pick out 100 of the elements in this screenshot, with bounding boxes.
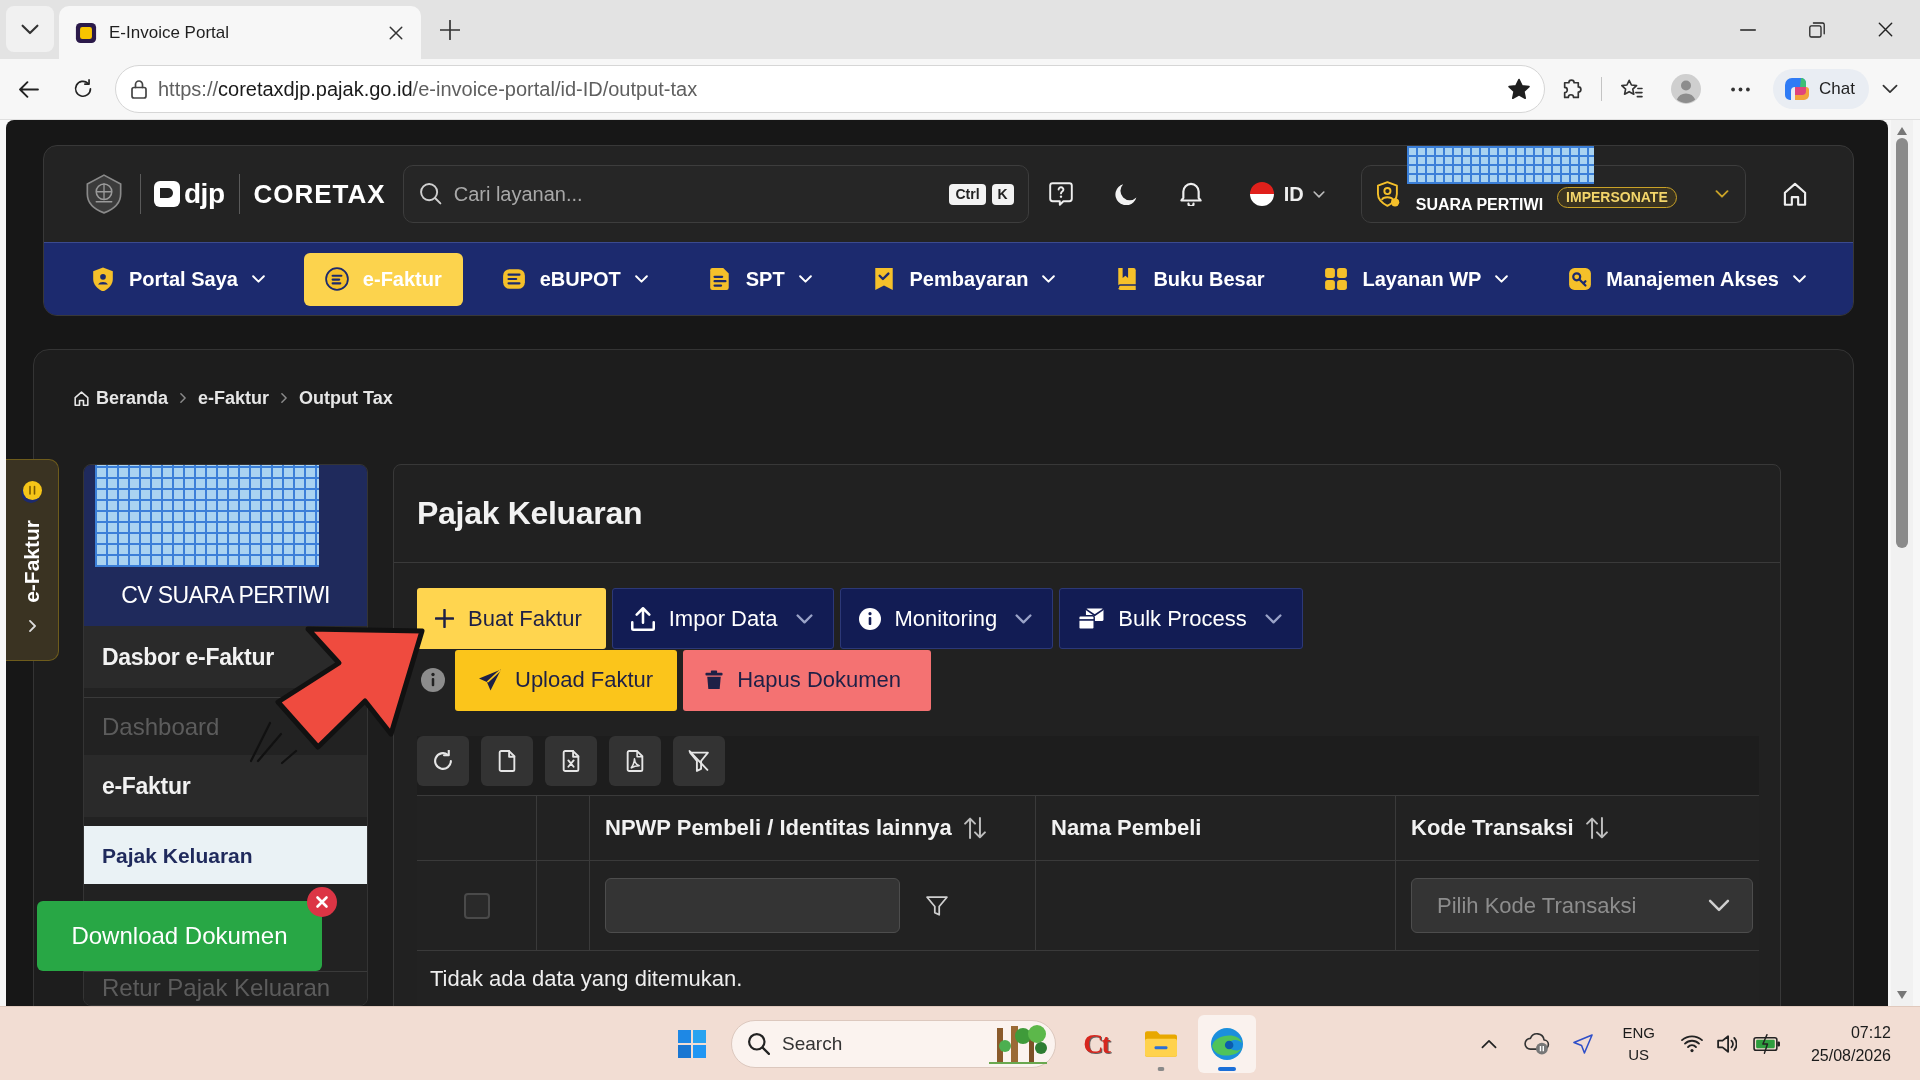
sidebar-heading[interactable]: e-Faktur <box>84 755 367 817</box>
speaker-icon[interactable] <box>1716 1033 1737 1054</box>
refresh-icon <box>432 750 454 772</box>
emblem-icon <box>84 174 124 214</box>
toolbar-button[interactable] <box>673 736 725 786</box>
toolbar-button[interactable] <box>609 736 661 786</box>
address-bar[interactable]: https://coretaxdjp.pajak.go.id/e-invoice-portal/id-ID/output-tax <box>115 65 1545 113</box>
scrollbar[interactable] <box>1891 120 1913 1006</box>
filter-icon[interactable] <box>926 894 948 917</box>
toolbar-button[interactable] <box>417 736 469 786</box>
bell-icon[interactable] <box>1179 182 1202 206</box>
close-icon[interactable] <box>307 887 337 917</box>
back-arrow-icon <box>19 80 39 98</box>
create-invoice-button[interactable]: Buat Faktur <box>417 588 606 649</box>
home-icon[interactable] <box>1782 182 1807 206</box>
shield-icon <box>91 267 115 291</box>
toolbar-button[interactable] <box>481 736 533 786</box>
page-title: Pajak Keluaran <box>417 495 643 532</box>
home-icon <box>74 390 89 406</box>
nav-tab[interactable]: Pembayaran <box>850 252 1077 306</box>
toolbar-button[interactable] <box>545 736 597 786</box>
plus-icon <box>435 609 454 628</box>
more-icon <box>1730 86 1750 92</box>
document-icon <box>707 267 732 291</box>
dropdown-select[interactable]: Pilih Kode Transaksi <box>1411 878 1753 933</box>
search-icon <box>748 1032 770 1055</box>
clock-date[interactable]: 25/08/2026 <box>1810 1043 1891 1067</box>
flag-icon <box>1248 181 1275 207</box>
nav-tab[interactable]: Manajemen Akses <box>1547 252 1827 306</box>
nav-tab[interactable]: Buku Besar <box>1094 252 1286 306</box>
language-text[interactable]: US <box>1628 1043 1650 1066</box>
list-icon <box>501 267 526 291</box>
location-arrow-icon[interactable] <box>1573 1033 1594 1054</box>
chevron-down-icon <box>1312 190 1325 198</box>
side-tab[interactable]: e-Faktur <box>6 459 59 661</box>
key-icon <box>1568 267 1593 291</box>
chevron-up-icon[interactable] <box>1481 1038 1498 1049</box>
search-icon <box>419 183 442 205</box>
restore-icon <box>1808 21 1825 38</box>
close-icon <box>389 25 403 40</box>
upload-icon <box>630 606 655 631</box>
nav-tab[interactable]: eBUPOT <box>480 252 669 306</box>
upload-invoice-button[interactable]: Upload Faktur <box>455 649 678 711</box>
tab-list-button[interactable] <box>6 6 54 52</box>
search-field[interactable]: Search <box>731 1019 1056 1068</box>
role-badge: IMPERSONATE <box>1557 186 1677 208</box>
pdf-file-icon <box>624 750 646 772</box>
nav-tab[interactable]: Portal Saya <box>70 252 286 306</box>
bulk-process-button[interactable]: Bulk Process <box>1059 588 1303 649</box>
taskbar-app[interactable]: Ct <box>1067 1014 1125 1073</box>
reload-icon <box>73 79 93 99</box>
info-icon[interactable] <box>421 668 445 692</box>
column-header[interactable]: NPWP Pembeli / Identitas lainnya <box>605 815 952 841</box>
sort-icon[interactable] <box>1585 817 1608 839</box>
help-icon[interactable] <box>1048 182 1073 206</box>
nav-tab[interactable]: SPT <box>686 252 833 306</box>
scroll-up-icon[interactable] <box>1897 127 1907 135</box>
star-icon[interactable] <box>1508 78 1530 100</box>
checkbox[interactable] <box>463 892 490 919</box>
lock-icon[interactable] <box>131 79 147 99</box>
cloud-icon[interactable] <box>1524 1031 1551 1056</box>
nav-tab[interactable]: Layanan WP <box>1303 252 1530 306</box>
column-header[interactable]: Kode Transaksi <box>1411 815 1574 841</box>
browser-tab[interactable]: E-Invoice Portal <box>59 6 421 59</box>
language-button[interactable]: ID <box>1248 181 1325 207</box>
start-icon <box>677 1028 707 1059</box>
taskbar-app[interactable] <box>1198 1014 1256 1073</box>
avatar-icon <box>1671 74 1701 104</box>
chevron-right-icon <box>180 393 187 403</box>
chat-logo-icon <box>1783 75 1811 103</box>
moon-icon[interactable] <box>1114 183 1137 205</box>
sort-icon[interactable] <box>963 817 986 839</box>
empty-message: Tidak ada data yang ditemukan. <box>430 966 743 992</box>
import-data-button[interactable]: Impor Data <box>611 588 834 649</box>
logo-text: CORETAX <box>253 178 386 210</box>
delete-documents-button[interactable]: Hapus Dokumen <box>683 649 932 711</box>
grid-icon <box>1324 267 1349 291</box>
coin-icon <box>324 267 349 291</box>
user-badge-icon <box>1374 181 1401 207</box>
logo-text: djp <box>184 178 225 210</box>
scrollbar-thumb[interactable] <box>1896 138 1908 548</box>
folder-icon <box>1145 1030 1177 1057</box>
wifi-icon[interactable] <box>1680 1033 1703 1054</box>
close-icon <box>1878 22 1893 37</box>
chat-button[interactable]: Chat <box>1773 69 1869 109</box>
breadcrumb-current: Output Tax <box>299 387 393 409</box>
language-text[interactable]: ENG <box>1622 1021 1655 1044</box>
breadcrumb-link[interactable]: Beranda <box>74 387 169 409</box>
chevron-down-icon <box>21 23 39 35</box>
battery-icon[interactable] <box>1752 1032 1781 1055</box>
monitoring-button[interactable]: Monitoring <box>839 588 1054 649</box>
filter-input[interactable] <box>605 878 900 933</box>
stacked-mail-icon <box>1078 607 1105 630</box>
sidebar-item[interactable]: Pajak Keluaran <box>84 826 367 884</box>
clock-time[interactable]: 07:12 <box>1850 1020 1891 1044</box>
scroll-down-icon[interactable] <box>1897 991 1907 999</box>
search-field[interactable]: Cari layanan... Ctrl K <box>402 165 1029 223</box>
coin-icon <box>21 481 43 503</box>
trees-icon <box>989 1023 1047 1064</box>
breadcrumb-link[interactable]: e-Faktur <box>198 387 270 409</box>
